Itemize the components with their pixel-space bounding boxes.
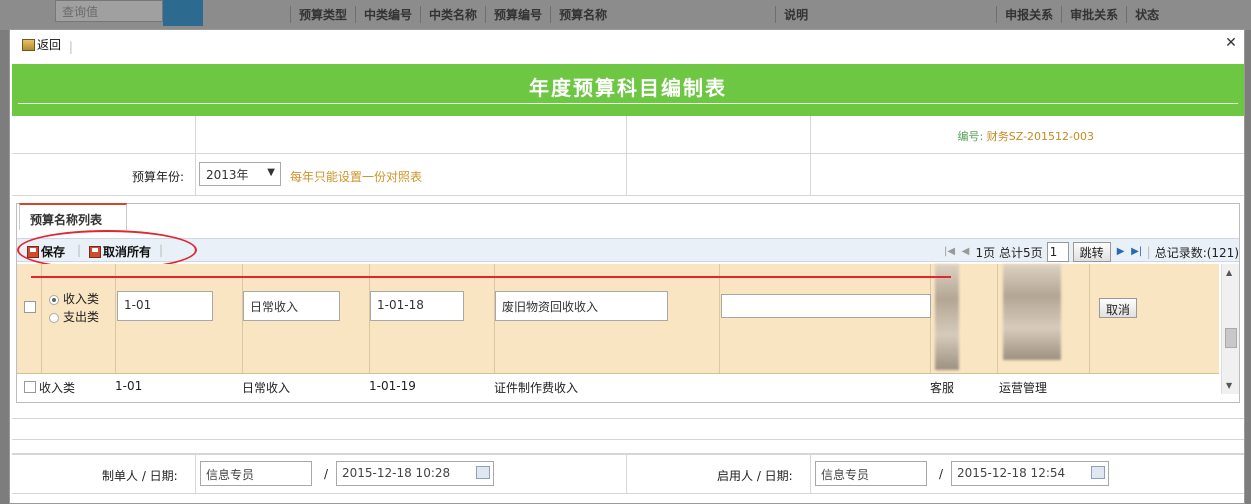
budget-year-label: 预算年份: [132, 170, 185, 184]
page-info: 1页 总计5页 [975, 245, 1043, 260]
type-radio-group: 收入类 支出类 [49, 290, 99, 326]
bg-header: 申报关系 [996, 5, 1061, 23]
budget-year-hint: 每年只能设置一份对照表 [290, 170, 423, 184]
pager: |◀ ◀ 1页 总计5页 1 跳转 ▶ ▶| | 总记录数:(121) [944, 242, 1239, 262]
background-search-button [163, 0, 203, 26]
approve-radio-list-blurred[interactable] [1003, 264, 1061, 360]
creator-slash: / [324, 467, 329, 481]
page-number-input[interactable]: 1 [1046, 242, 1069, 262]
creator-date-input[interactable]: 2015-12-18 10:28 [336, 461, 494, 486]
col-divider [997, 264, 998, 373]
back-button[interactable]: 返回 [22, 36, 61, 53]
bg-header: 说明 [775, 5, 816, 23]
enabler-slash: / [939, 467, 944, 481]
bg-header: 预算类型 [290, 5, 355, 23]
back-icon [22, 38, 35, 51]
radio-income[interactable]: 收入类 [49, 290, 99, 308]
bg-header: 预算编号 [485, 5, 550, 23]
form-code: 编号: 财务SZ-201512-003 [958, 128, 1094, 144]
page-title: 年度预算科目编制表 [529, 76, 727, 100]
creator-label: 制单人 / 日期: [102, 469, 178, 483]
cancel-row-button[interactable]: 取消 [1099, 298, 1138, 318]
background-search-input: 查询值 [55, 0, 163, 22]
bg-header: 状态 [1126, 5, 1167, 23]
cell-type: 收入类 [39, 381, 76, 395]
page-title-bar: 年度预算科目编制表 [12, 64, 1244, 116]
bg-header: 中类编号 [355, 5, 420, 23]
cell-mid-name: 日常收入 [242, 381, 291, 395]
dialog-toolbar: 返回 | [10, 30, 1244, 58]
jump-button[interactable]: 跳转 [1072, 242, 1111, 262]
info-row-2 [12, 154, 1244, 196]
budget-year-select[interactable]: 2013年 ▼ [199, 162, 281, 186]
radio-dot [49, 312, 59, 323]
mid-name-input[interactable]: 日常收入 [243, 291, 340, 321]
annotation-underline [31, 276, 951, 278]
action-bar: 保存 | 取消所有 | |◀ ◀ 1页 总计5页 1 跳转 ▶ ▶| | 总记录… [17, 238, 1239, 262]
creator-input[interactable]: 信息专员 [200, 461, 312, 486]
bg-header: 审批关系 [1061, 5, 1126, 23]
calendar-icon[interactable] [476, 466, 490, 479]
budget-dialog: ✕ 返回 | 年度预算科目编制表 编号: 财务SZ-201512-003 预算年… [9, 29, 1245, 504]
grid-cell [196, 116, 627, 153]
total-records: 总记录数:(121) [1154, 245, 1239, 260]
background-table-header: 预算类型 中类编号 中类名称 预算编号 预算名称 说明 申报关系 审批关系 状态 [290, 0, 1245, 28]
budget-name-input[interactable]: 废旧物资回收收入 [495, 291, 668, 321]
scroll-thumb[interactable] [1225, 328, 1237, 348]
code-label: 编号: [957, 130, 984, 143]
chevron-down-icon: ▼ [267, 167, 275, 178]
bg-header: 预算名称 [550, 5, 615, 23]
spacer-row [12, 440, 1244, 454]
grid-cell [627, 154, 811, 195]
grid-cell [627, 116, 811, 153]
pager-divider: | [1146, 245, 1151, 259]
code-value: 财务SZ-201512-003 [986, 130, 1094, 143]
creator-date-value: 2015-12-18 10:28 [342, 466, 451, 480]
enabler-label: 启用人 / 日期: [717, 469, 793, 483]
table-scrollbar[interactable]: ▲ ▼ [1221, 264, 1239, 394]
back-label: 返回 [37, 38, 62, 52]
col-divider [41, 264, 42, 373]
table-row[interactable]: 收入类 1-01 日常收入 1-01-19 证件制作费收入 客服 运营管理 [17, 376, 1219, 398]
budget-code-input[interactable]: 1-01-18 [370, 291, 464, 321]
enabler-date-value: 2015-12-18 12:54 [957, 466, 1066, 480]
col-divider [719, 264, 720, 373]
radio-expense[interactable]: 支出类 [49, 308, 99, 326]
enabler-date-input[interactable]: 2015-12-18 12:54 [951, 461, 1109, 486]
col-divider [115, 264, 116, 373]
bg-header: 中类名称 [420, 5, 485, 23]
toolbar-divider: | [68, 39, 73, 54]
budget-year-value: 2013年 [206, 168, 249, 182]
scroll-up-icon[interactable]: ▲ [1226, 268, 1232, 277]
spacer-row [12, 418, 1244, 440]
tab-budget-name-list[interactable]: 预算名称列表 [19, 203, 127, 230]
last-page-icon[interactable]: ▶| [1131, 246, 1143, 258]
radio-income-label: 收入类 [63, 292, 100, 306]
prev-page-icon[interactable]: ◀ [960, 246, 972, 258]
note-input[interactable] [721, 294, 931, 318]
mid-code-input[interactable]: 1-01 [117, 291, 213, 321]
budget-name-panel: 预算名称列表 保存 | 取消所有 | |◀ ◀ 1页 总计5页 1 跳转 ▶ ▶… [16, 203, 1240, 403]
title-underline [18, 103, 1238, 104]
first-page-icon[interactable]: |◀ [944, 246, 956, 258]
row-checkbox[interactable] [24, 381, 36, 393]
enabler-input[interactable]: 信息专员 [815, 461, 927, 486]
next-page-icon[interactable]: ▶ [1115, 246, 1127, 258]
radio-dot [49, 294, 59, 305]
cell-declare: 客服 [930, 381, 955, 395]
col-divider [1089, 264, 1090, 373]
cell-budget-name: 证件制作费收入 [494, 381, 579, 395]
calendar-icon[interactable] [1091, 466, 1105, 479]
cell-mid-code: 1-01 [115, 379, 143, 393]
cell-approve: 运营管理 [999, 381, 1048, 395]
scroll-down-icon[interactable]: ▼ [1226, 381, 1232, 390]
edit-row: 收入类 支出类 1-01 日常收入 1-01-18 废旧物资回收收入 取消 [17, 264, 1219, 374]
radio-expense-label: 支出类 [63, 310, 100, 324]
col-divider [930, 264, 931, 373]
grid-cell [12, 116, 196, 153]
cell-budget-code: 1-01-19 [369, 379, 416, 393]
declare-radio-list-blurred[interactable] [935, 264, 959, 370]
row-checkbox[interactable] [24, 301, 36, 313]
